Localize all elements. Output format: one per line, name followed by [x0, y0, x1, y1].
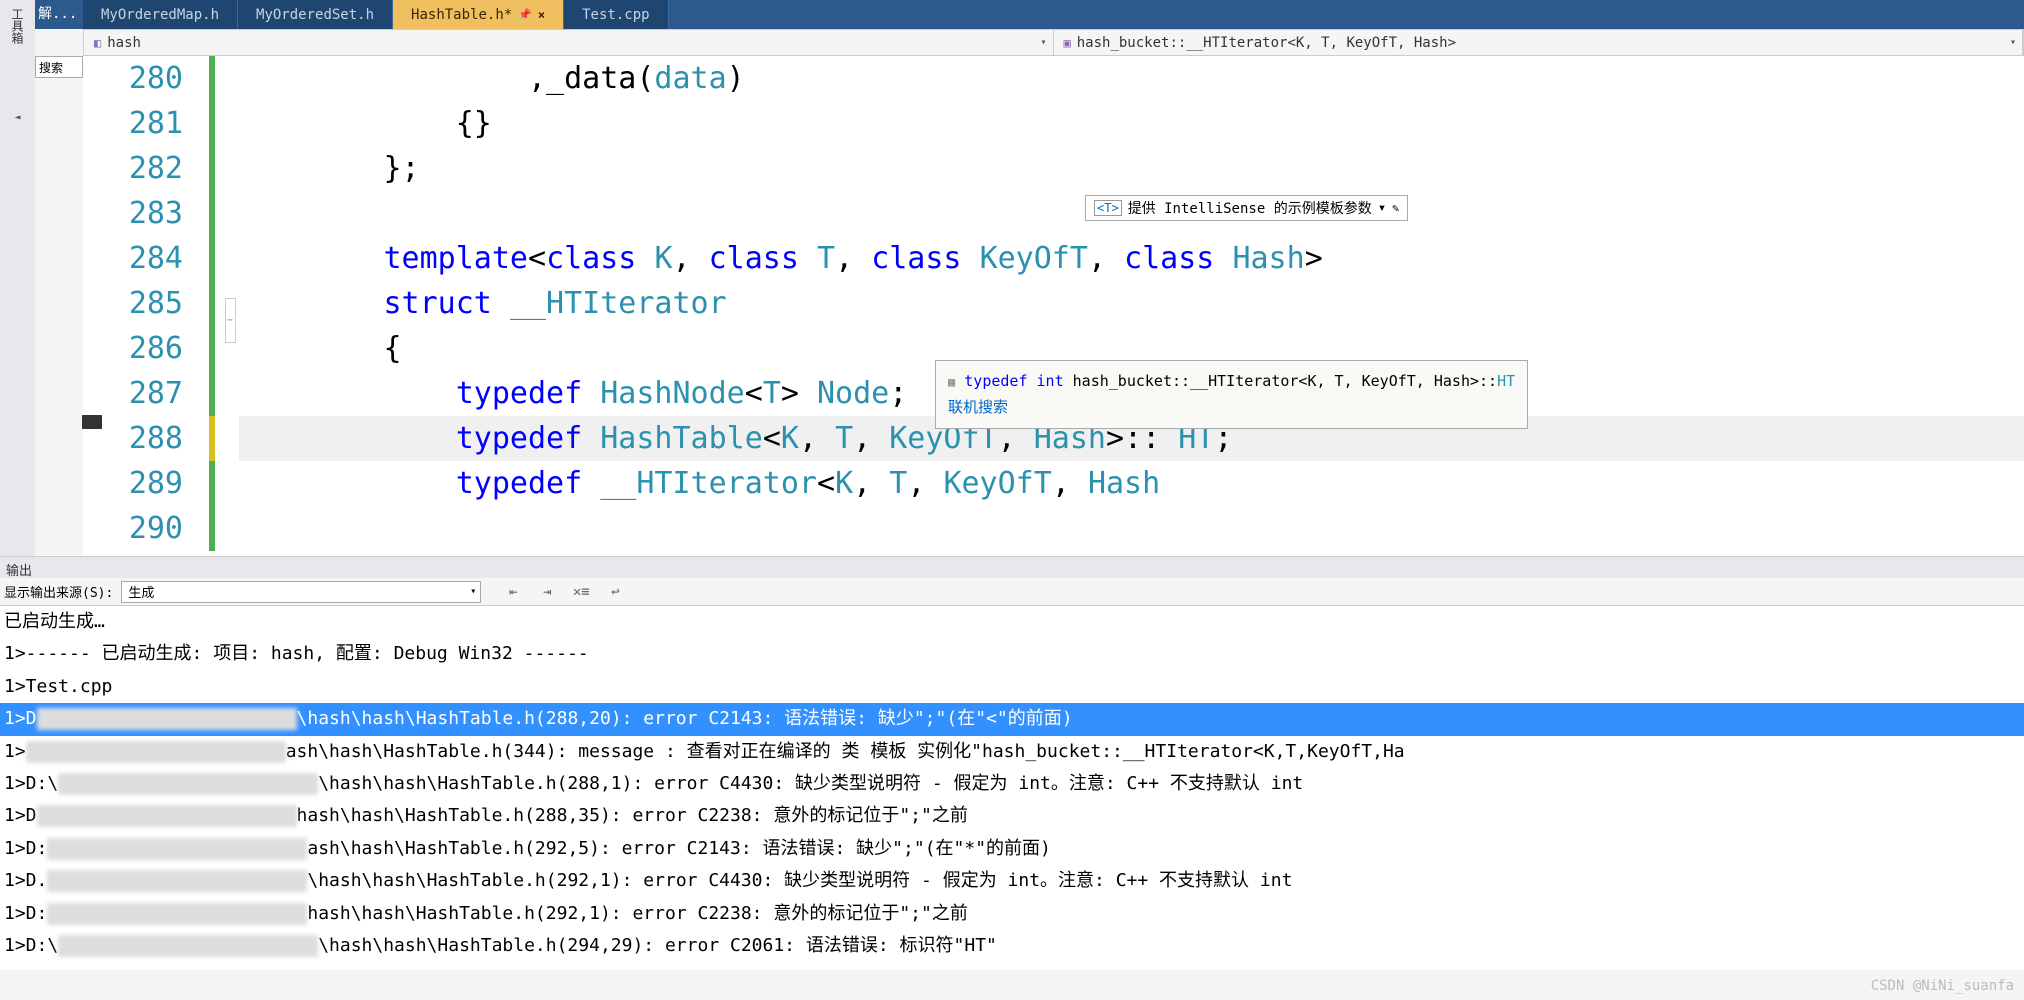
chevron-down-icon: ▾	[1040, 37, 1046, 48]
output-line[interactable]: 1>D:\\hash\hash\HashTable.h(288,1): erro…	[0, 768, 2024, 800]
output-line[interactable]: 1>ash\hash\HashTable.h(344): message : 查…	[0, 736, 2024, 768]
watermark: CSDN @NiNi_suanfa	[1871, 978, 2014, 994]
struct-icon: ▣	[1064, 36, 1071, 50]
output-line[interactable]: 1>D\hash\hash\HashTable.h(288,20): error…	[0, 703, 2024, 735]
close-icon[interactable]: ×	[538, 8, 545, 22]
change-marker	[209, 191, 215, 236]
template-hint[interactable]: <T> 提供 IntelliSense 的示例模板参数 ▾ ✎	[1085, 195, 1408, 221]
change-marker	[209, 371, 215, 416]
code-line[interactable]: };	[239, 146, 2024, 191]
template-tag: <T>	[1094, 200, 1122, 216]
tab-myorderedmap-h[interactable]: MyOrderedMap.h	[83, 0, 238, 29]
info-icon: ▦	[948, 375, 955, 389]
code-line[interactable]: template<class K, class T, class KeyOfT,…	[239, 236, 2024, 281]
output-line[interactable]: 1>Dhash\hash\HashTable.h(288,35): error …	[0, 800, 2024, 832]
output-source-dropdown[interactable]: 生成 ▾	[121, 581, 481, 603]
member-label: hash_bucket::__HTIterator<K, T, KeyOfT, …	[1077, 35, 1456, 51]
chevron-down-icon: ▾	[1378, 200, 1386, 216]
output-line[interactable]: 1>------ 已启动生成: 项目: hash, 配置: Debug Win3…	[0, 638, 2024, 670]
output-panel-title: 输出	[0, 556, 2024, 578]
change-marker	[209, 281, 215, 326]
toolbox-tab[interactable]: 工具箱	[5, 0, 30, 52]
output-line[interactable]: 1>D.\hash\hash\HashTable.h(292,1): error…	[0, 865, 2024, 897]
tab-myorderedset-h[interactable]: MyOrderedSet.h	[238, 0, 393, 29]
fold-toggle[interactable]: −	[225, 298, 236, 343]
line-number: 281	[83, 101, 183, 146]
line-number: 289	[83, 461, 183, 506]
goto-next-icon[interactable]: ⇥	[537, 582, 557, 602]
scope-dropdown[interactable]: ◧ hash ▾	[84, 30, 1054, 55]
code-line[interactable]: typedef __HTIterator<K, T, KeyOfT, Hash	[239, 461, 2024, 506]
output-line[interactable]: 1>Test.cpp	[0, 671, 2024, 703]
change-marker	[209, 506, 215, 551]
change-marker	[209, 56, 215, 101]
member-dropdown[interactable]: ▣ hash_bucket::__HTIterator<K, T, KeyOfT…	[1054, 30, 2024, 55]
scope-label: hash	[107, 35, 141, 51]
line-number: 286	[83, 326, 183, 371]
expand-arrow-icon: ◄	[14, 112, 20, 123]
code-line[interactable]: {}	[239, 101, 2024, 146]
change-marker	[209, 101, 215, 146]
output-line[interactable]: 1>D:\\hash\hash\HashTable.h(294,29): err…	[0, 930, 2024, 962]
intellisense-tooltip: ▦ typedef int hash_bucket::__HTIterator<…	[935, 360, 1528, 429]
tab-hashtable-h-[interactable]: HashTable.h*📌×	[393, 0, 564, 29]
edit-icon[interactable]: ✎	[1392, 201, 1399, 215]
output-line[interactable]: 已启动生成…	[0, 606, 2024, 638]
output-source-label: 显示输出来源(S):	[4, 582, 113, 601]
line-number: 290	[83, 506, 183, 551]
change-marker	[209, 416, 215, 461]
document-tabs: MyOrderedMap.hMyOrderedSet.hHashTable.h*…	[83, 0, 2024, 29]
line-number: 285	[83, 281, 183, 326]
pin-icon[interactable]: 📌	[518, 8, 532, 21]
template-hint-text: 提供 IntelliSense 的示例模板参数	[1128, 198, 1372, 218]
code-line[interactable]: ,_data(data)	[239, 56, 2024, 101]
line-number: 282	[83, 146, 183, 191]
wrap-icon[interactable]: ↩	[605, 582, 625, 602]
resolve-tab[interactable]: 解...	[38, 3, 77, 23]
line-number: 284	[83, 236, 183, 281]
code-line[interactable]: struct __HTIterator	[239, 281, 2024, 326]
clear-icon[interactable]: ✕≡	[571, 582, 591, 602]
code-line[interactable]	[239, 506, 2024, 551]
change-marker	[209, 461, 215, 506]
change-marker	[209, 236, 215, 281]
change-marker	[209, 146, 215, 191]
chevron-down-icon: ▾	[470, 586, 476, 597]
line-number: 283	[83, 191, 183, 236]
line-number: 287	[83, 371, 183, 416]
code-editor[interactable]: 280281282283284285286287288289290 − ,_da…	[83, 56, 2024, 556]
tab-test-cpp[interactable]: Test.cpp	[564, 0, 668, 29]
line-number: 280	[83, 56, 183, 101]
output-line[interactable]: 1>D:hash\hash\HashTable.h(292,1): error …	[0, 898, 2024, 930]
online-search-link[interactable]: 联机搜索	[948, 398, 1008, 416]
output-line[interactable]: 1>D:ash\hash\HashTable.h(292,5): error C…	[0, 833, 2024, 865]
class-icon: ◧	[94, 36, 101, 50]
output-text[interactable]: 已启动生成…1>------ 已启动生成: 项目: hash, 配置: Debu…	[0, 606, 2024, 970]
goto-prev-icon[interactable]: ⇤	[503, 582, 523, 602]
bookmark-icon	[82, 415, 102, 429]
chevron-down-icon: ▾	[2010, 37, 2016, 48]
change-marker	[209, 326, 215, 371]
search-input[interactable]: 搜索	[35, 56, 83, 78]
